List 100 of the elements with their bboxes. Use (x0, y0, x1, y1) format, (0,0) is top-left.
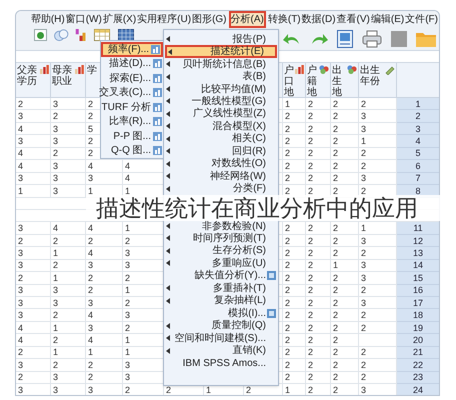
row-number[interactable]: 21 (397, 346, 439, 360)
menu-item[interactable]: 扩展(X) (102, 13, 136, 26)
menu-item[interactable]: 一般线性模型(G) (165, 95, 277, 108)
table-cell: 2 (18, 272, 24, 283)
menu-item[interactable]: 生存分析(S) (165, 244, 277, 258)
menu-item[interactable]: TURF 分析 (101, 100, 163, 114)
row-number[interactable]: 7 (397, 172, 439, 186)
menu-item[interactable]: 比较平均值(M) (165, 82, 277, 96)
menu-item[interactable]: 神经网络(W) (165, 170, 277, 182)
table-cell: 3 (18, 360, 24, 370)
menu-item[interactable]: 缺失值分析(Y)... (165, 270, 277, 282)
menu-item[interactable]: 混合模型(X) (165, 120, 277, 133)
menu-item[interactable]: 质量控制(Q) (165, 319, 277, 332)
menu-item[interactable]: 相关(C) (165, 132, 277, 146)
menu-item[interactable]: 多重响应(U) (165, 257, 277, 270)
row-number[interactable]: 20 (397, 334, 439, 347)
redo-icon[interactable] (310, 32, 328, 46)
table-cell: 4 (18, 148, 24, 158)
table-cell: 3 (53, 372, 58, 382)
menu-item[interactable]: 图形(G) (192, 13, 227, 26)
table-cell: 3 (361, 173, 366, 184)
document-icon[interactable] (337, 30, 353, 48)
table-cell: 4 (88, 160, 94, 171)
row-number[interactable]: 16 (397, 284, 439, 297)
circles-icon[interactable] (53, 29, 69, 41)
menu-item[interactable]: 广义线性模型(Z) (165, 108, 277, 120)
chart-icon (153, 102, 162, 112)
table-cell: 4 (18, 322, 24, 333)
menu-item[interactable]: 探索(E)... (101, 71, 163, 86)
menu-item[interactable]: 描述统计(E) (165, 45, 277, 58)
menu-item[interactable]: 实用程序(U) (137, 13, 192, 26)
menu-item[interactable]: 模拟(I)... (165, 306, 277, 320)
menu-item[interactable]: 报告(P) (165, 33, 277, 46)
row-number[interactable]: 19 (397, 322, 439, 334)
row-number[interactable]: 6 (397, 160, 439, 173)
row-number[interactable]: 4 (397, 135, 439, 148)
bar-chart-icon (295, 65, 304, 74)
row-number[interactable]: 24 (397, 384, 439, 395)
row-number[interactable]: 14 (397, 260, 439, 272)
table-cell: 4 (88, 310, 94, 320)
column-header: 户口地 (284, 65, 294, 98)
menu-item[interactable]: 文件(F) (405, 13, 438, 26)
print-icon[interactable] (362, 30, 382, 48)
table-cell: 2 (308, 310, 314, 320)
row-number[interactable]: 15 (397, 272, 439, 285)
table-cell: 3 (88, 260, 94, 270)
table-icon[interactable] (93, 29, 111, 41)
menu-item[interactable]: Q-Q 图... (101, 144, 163, 158)
table-cell: 4 (125, 160, 130, 171)
colored-bars-icon[interactable] (75, 29, 87, 41)
chart-icon (153, 132, 162, 141)
menu-item[interactable]: 时间序列预测(T) (165, 232, 277, 245)
row-number[interactable]: 17 (397, 297, 439, 310)
row-number[interactable]: 2 (397, 110, 439, 123)
table-cell: 2 (361, 98, 366, 109)
menu-item[interactable]: 空间和时间建模(S)... (165, 332, 277, 344)
menu-item[interactable]: 转换(T) (268, 13, 301, 26)
undo-icon[interactable] (283, 32, 301, 46)
row-number[interactable]: 1 (397, 98, 439, 110)
menu-item[interactable]: 复杂抽样(L) (165, 294, 277, 307)
menu-item[interactable]: 非参数检验(N) (165, 220, 277, 232)
menu-item[interactable]: 分析(A) (230, 13, 264, 26)
menu-item[interactable]: 窗口(W) (66, 13, 102, 26)
table-cell: 2 (53, 236, 58, 246)
menu-item[interactable]: 交叉表(C)... (101, 86, 163, 100)
menu-item[interactable]: 描述(D)... (101, 56, 163, 71)
row-number[interactable]: 22 (397, 359, 439, 372)
row-number[interactable]: 5 (397, 148, 439, 160)
menu-item[interactable]: 表(B) (165, 70, 277, 83)
menu-item[interactable]: 数据(D) (302, 13, 336, 26)
menu-item[interactable]: 比率(R)... (101, 114, 163, 129)
grid-icon[interactable] (117, 29, 135, 41)
menu-item[interactable]: 帮助(H) (30, 13, 65, 26)
table-cell: 2 (361, 248, 366, 258)
table-cell: 3 (18, 310, 24, 320)
menu-item[interactable]: 查看(V) (336, 13, 370, 26)
menu-item[interactable]: 分类(F) (165, 182, 277, 195)
row-number[interactable]: 12 (397, 234, 439, 248)
table-cell: 2 (285, 347, 290, 358)
table-cell: 3 (53, 136, 58, 146)
menu-item[interactable]: P-P 图... (101, 129, 163, 144)
table-cell: 2 (308, 111, 314, 122)
table-cell: 1 (361, 223, 366, 234)
menu-item[interactable]: 贝叶斯统计信息(B) (165, 58, 277, 70)
menu-item[interactable]: 编辑(E) (370, 13, 404, 26)
menu-item[interactable]: IBM SPSS Amos... (165, 356, 277, 370)
menu-item[interactable]: 回归(R) (165, 145, 277, 158)
row-number[interactable]: 13 (397, 247, 439, 260)
chart-icon (151, 44, 160, 54)
row-number[interactable]: 3 (397, 122, 439, 136)
menu-item[interactable]: 直销(K) (165, 344, 277, 357)
menu-item[interactable]: 频率(F)... (101, 42, 163, 56)
dot-icon[interactable] (34, 29, 47, 41)
table-cell: 2 (333, 360, 338, 370)
folder-icon[interactable] (416, 31, 436, 47)
row-number[interactable]: 18 (397, 309, 439, 322)
menu-item[interactable]: 对数线性(O) (165, 158, 277, 170)
row-number[interactable]: 23 (397, 372, 439, 384)
menu-item[interactable]: 多重插补(T) (165, 282, 277, 295)
row-number[interactable]: 11 (397, 222, 439, 235)
